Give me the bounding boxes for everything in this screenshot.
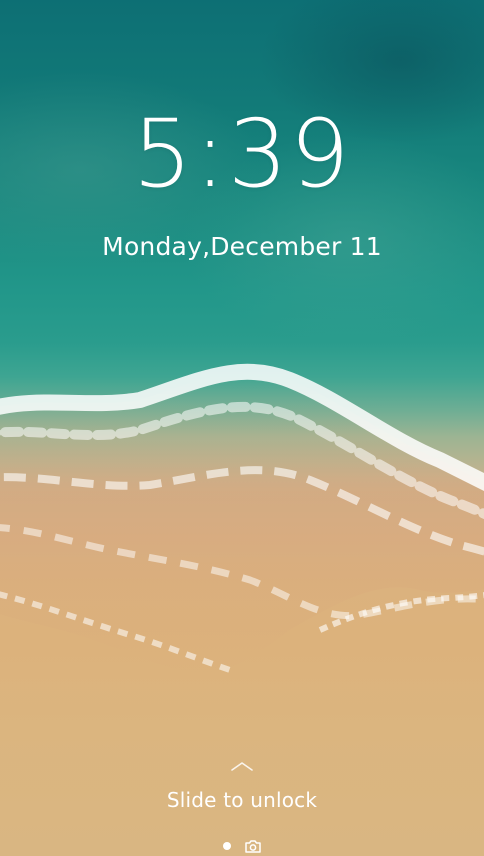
slide-to-unlock-label: Slide to unlock xyxy=(166,788,318,812)
lock-screen[interactable]: 5:39 Monday,December 11 Slide to unlock xyxy=(0,0,484,856)
unlock-area[interactable]: Slide to unlock xyxy=(0,760,484,812)
chevron-up-icon[interactable] xyxy=(230,760,254,772)
camera-icon[interactable] xyxy=(245,839,261,853)
bottom-indicators xyxy=(0,838,484,854)
lockscreen-clock: 5:39 xyxy=(132,100,352,209)
lockscreen-date: Monday,December 11 xyxy=(102,232,382,261)
page-dot-icon xyxy=(223,842,231,850)
